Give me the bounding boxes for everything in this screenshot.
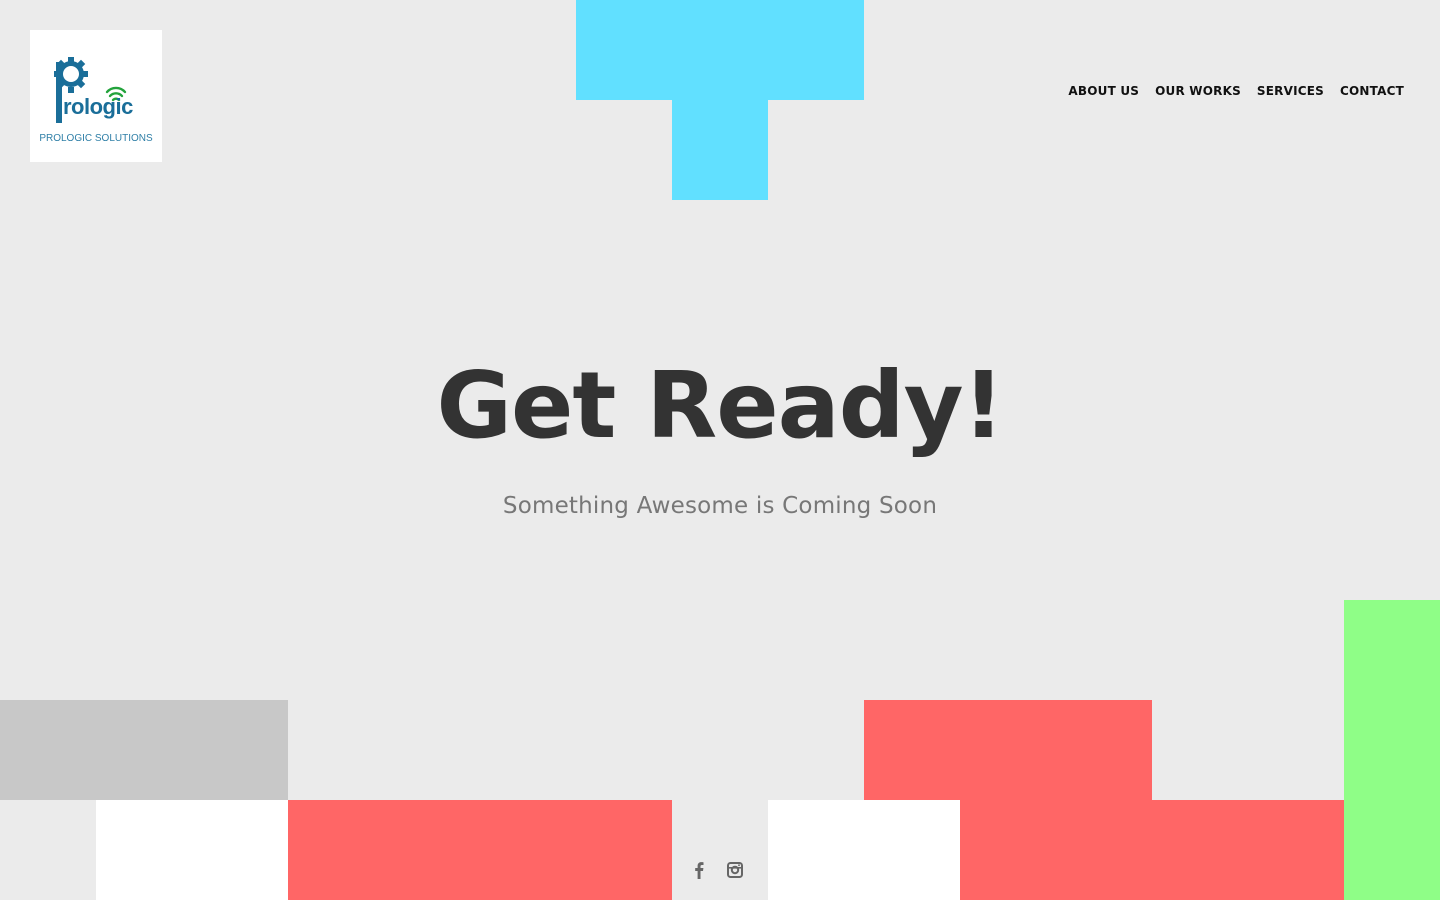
nav-item-services[interactable]: SERVICES	[1257, 84, 1324, 98]
main-nav: ABOUT US OUR WORKS SERVICES CONTACT	[1068, 84, 1404, 98]
green-block	[1344, 600, 1440, 900]
nav-item-contact[interactable]: CONTACT	[1340, 84, 1404, 98]
red-block-right-top	[864, 700, 1152, 800]
white-block-center	[768, 800, 960, 900]
nav-item-about-us[interactable]: ABOUT US	[1068, 84, 1139, 98]
red-block-left	[288, 800, 672, 900]
facebook-icon[interactable]	[690, 860, 708, 880]
hero-subtitle: Something Awesome is Coming Soon	[502, 493, 938, 519]
cyan-block-top	[576, 0, 864, 100]
instagram-icon[interactable]	[726, 860, 744, 880]
hero-title: Get Ready!	[436, 352, 1004, 459]
social-links	[690, 860, 744, 880]
grey-block	[0, 700, 288, 800]
red-block-right-bottom	[960, 800, 1344, 900]
nav-item-our-works[interactable]: OUR WORKS	[1155, 84, 1241, 98]
logo-caption: PROLOGIC SOLUTIONS	[39, 133, 153, 144]
logo-wordmark: rologic	[63, 94, 133, 119]
logo[interactable]: rologic PROLOGIC SOLUTIONS	[30, 30, 162, 162]
white-block-left	[96, 800, 288, 900]
cyan-block-stem	[672, 100, 768, 200]
